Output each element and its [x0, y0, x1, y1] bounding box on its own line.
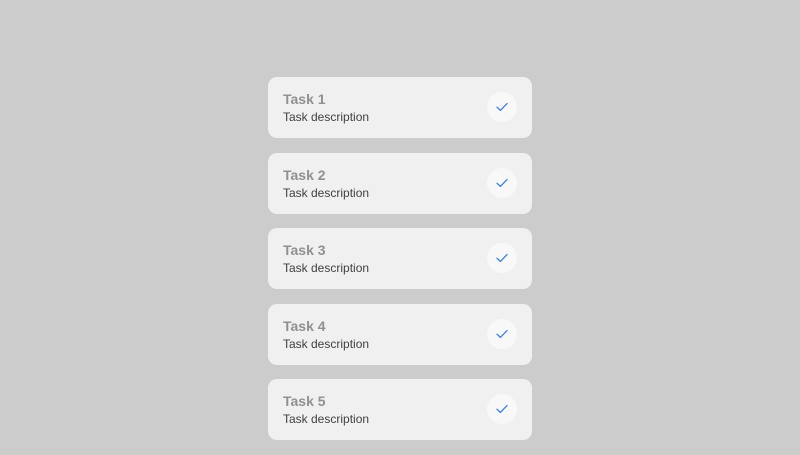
- task-description: Task description: [283, 336, 370, 351]
- task-description: Task description: [283, 261, 370, 275]
- task-title: Task 2: [283, 166, 326, 183]
- task-description: Task description: [283, 110, 370, 124]
- check-icon: [496, 178, 508, 187]
- task-card-2: Task 2 Task description: [268, 152, 532, 214]
- task-title: Task 4: [283, 317, 326, 334]
- task-card-3: Task 3 Task description: [268, 228, 532, 289]
- check-icon: [496, 329, 508, 338]
- task-card-5: Task 5 Task description: [268, 379, 532, 440]
- complete-task-button[interactable]: [487, 318, 517, 349]
- task-title: Task 1: [283, 91, 326, 107]
- check-icon: [496, 253, 508, 263]
- task-list: Task 1 Task description Task 2 Task desc…: [268, 77, 532, 455]
- complete-task-button[interactable]: [487, 92, 517, 122]
- check-icon: [496, 102, 508, 112]
- task-title: Task 3: [283, 242, 326, 258]
- task-title: Task 5: [283, 393, 326, 409]
- task-card-1: Task 1 Task description: [268, 77, 532, 138]
- complete-task-button[interactable]: [487, 243, 517, 273]
- task-description: Task description: [283, 185, 370, 200]
- check-icon: [496, 404, 508, 414]
- complete-task-button[interactable]: [487, 167, 517, 198]
- task-description: Task description: [283, 412, 370, 426]
- task-card-4: Task 4 Task description: [268, 303, 532, 365]
- complete-task-button[interactable]: [487, 394, 517, 424]
